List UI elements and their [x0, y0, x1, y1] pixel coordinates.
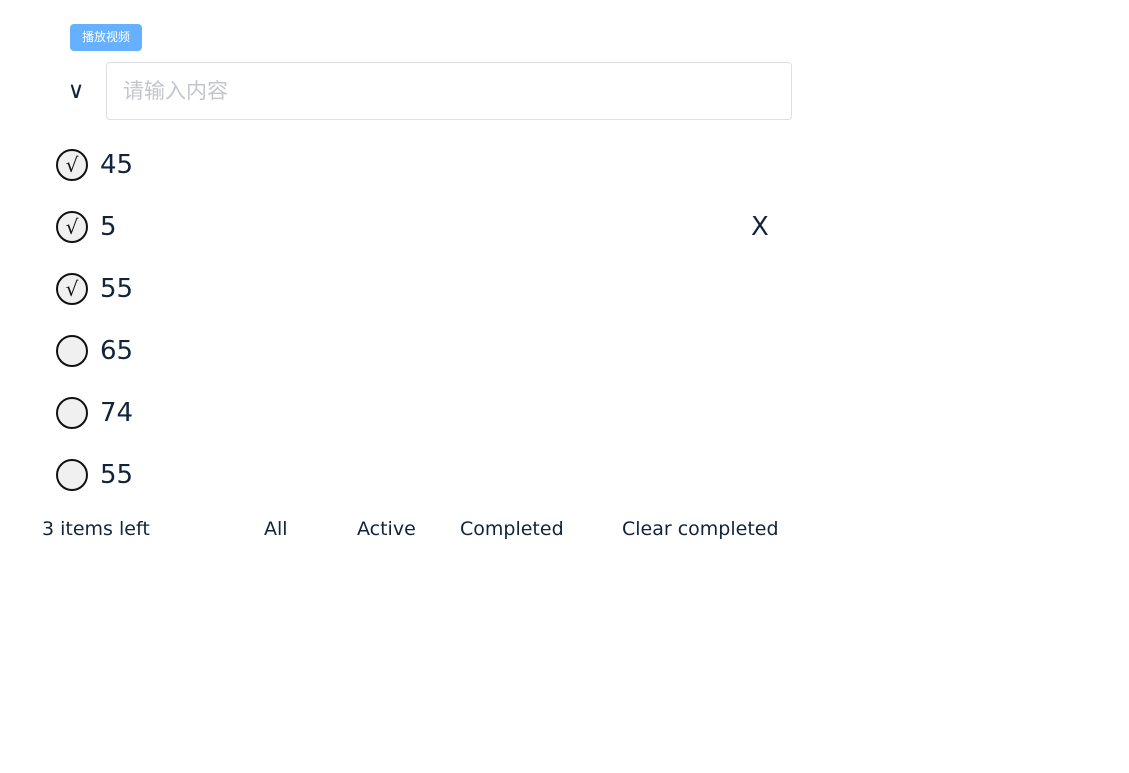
check-icon: √ [65, 276, 79, 301]
todo-label[interactable]: 55 [100, 462, 133, 488]
filter-item: All [264, 514, 288, 544]
todo-list: √45X√5X√55X65X74X55X [56, 134, 796, 506]
filter-link-all[interactable]: All [264, 518, 288, 540]
todo-item[interactable]: √55X [56, 258, 796, 320]
todo-label[interactable]: 45 [100, 152, 133, 178]
new-todo-row: ∨ [56, 62, 796, 120]
clear-completed-button[interactable]: Clear completed [622, 514, 779, 544]
todo-checkbox-checked[interactable]: √ [56, 273, 88, 305]
filter-item: Completed [460, 514, 564, 544]
todo-label[interactable]: 65 [100, 338, 133, 364]
filter-item: Active [357, 514, 416, 544]
todo-label[interactable]: 55 [100, 276, 133, 302]
filter-link-completed[interactable]: Completed [460, 518, 564, 540]
filter-link-active[interactable]: Active [357, 518, 416, 540]
todo-checkbox-checked[interactable]: √ [56, 149, 88, 181]
todo-footer: 3 items left All Active Completed Clear co… [42, 514, 802, 544]
todo-checkbox-unchecked[interactable] [56, 459, 88, 491]
new-todo-input[interactable] [106, 62, 792, 120]
chevron-down-icon[interactable]: ∨ [56, 62, 96, 120]
todo-label[interactable]: 5 [100, 214, 117, 240]
todo-checkbox-unchecked[interactable] [56, 397, 88, 429]
play-video-button[interactable]: 播放视频 [70, 24, 143, 51]
todo-item[interactable]: √45X [56, 134, 796, 196]
todo-item[interactable]: 65X [56, 320, 796, 382]
check-icon: √ [65, 214, 79, 239]
todo-item[interactable]: 74X [56, 382, 796, 444]
todo-checkbox-checked[interactable]: √ [56, 211, 88, 243]
check-icon: √ [65, 152, 79, 177]
todo-item[interactable]: 55X [56, 444, 796, 506]
todo-label[interactable]: 74 [100, 400, 133, 426]
todo-checkbox-unchecked[interactable] [56, 335, 88, 367]
todo-item[interactable]: √ 5 X [56, 196, 796, 258]
delete-todo-button[interactable]: X [751, 214, 769, 240]
